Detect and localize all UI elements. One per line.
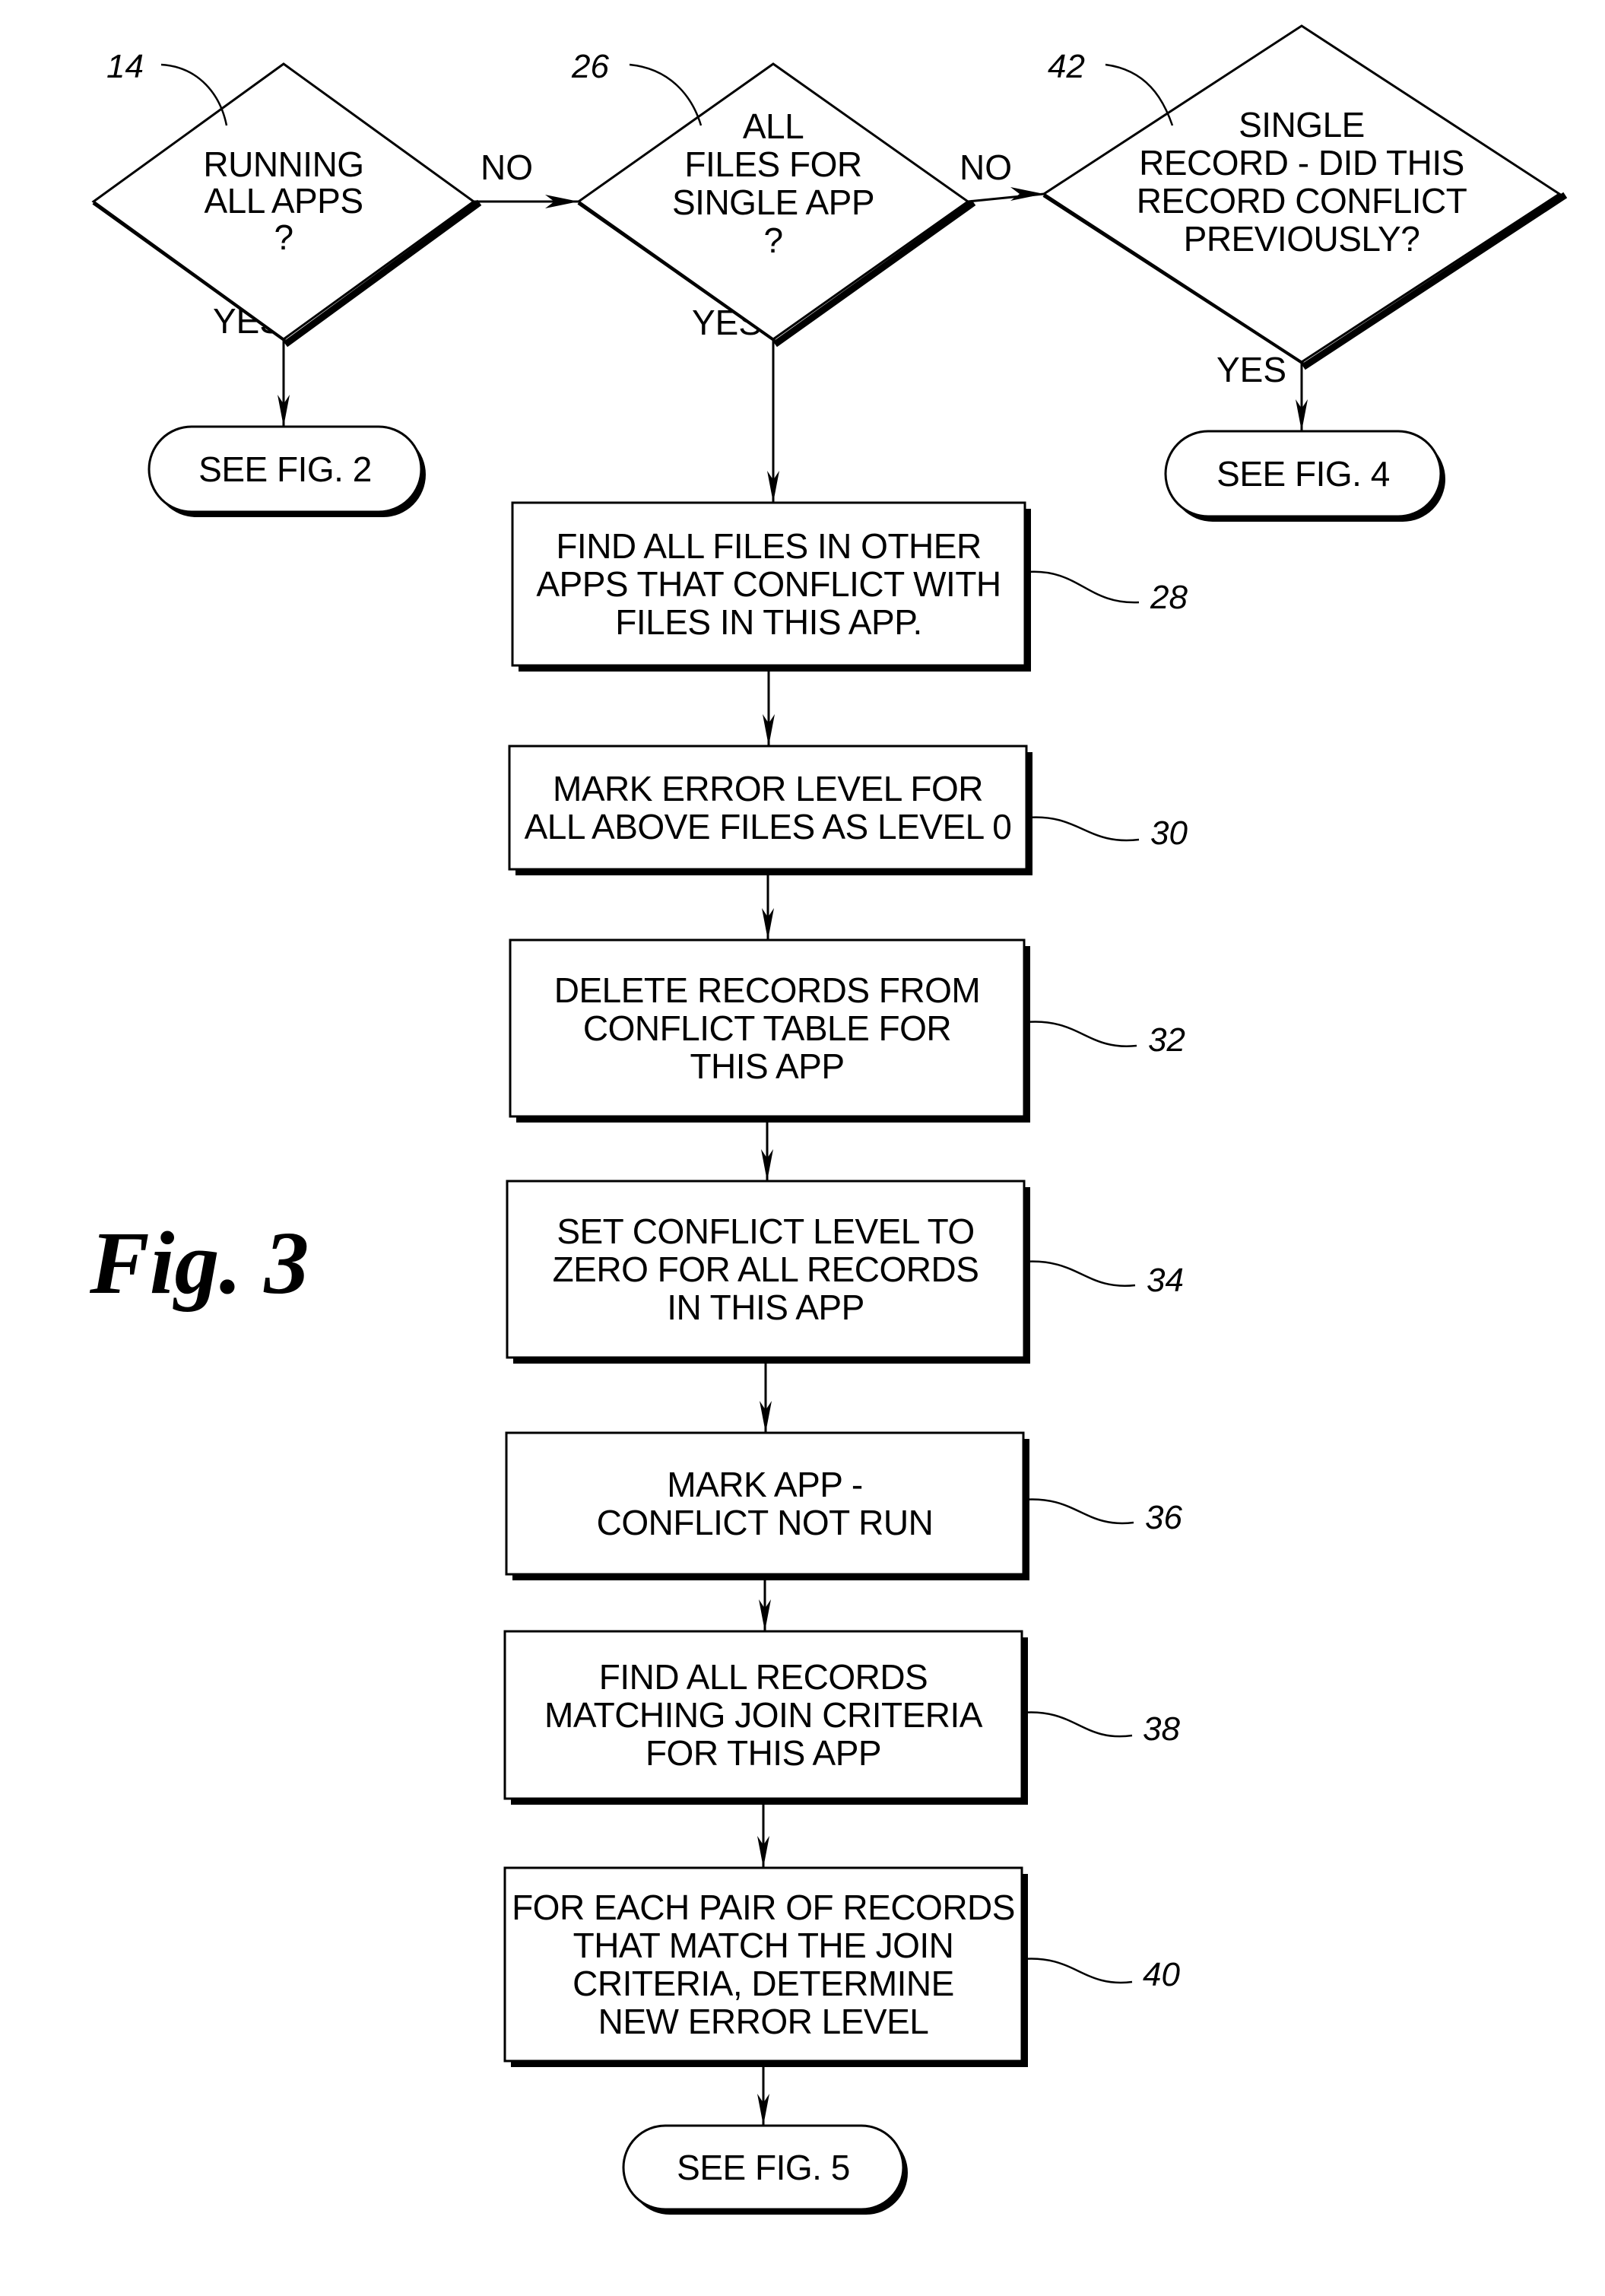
- node-process-38: FIND ALL RECORDSMATCHING JOIN CRITERIAFO…: [503, 1630, 1023, 1800]
- leader-line: [1025, 1021, 1137, 1048]
- leader-line: [1022, 1498, 1134, 1525]
- node-text-line: CRITERIA, DETERMINE: [573, 1964, 954, 2003]
- node-text-line: MARK ERROR LEVEL FOR: [553, 769, 983, 808]
- reference-numeral: 26: [571, 48, 609, 85]
- node-text-line: DELETE RECORDS FROM: [554, 970, 980, 1010]
- node-text-line: THIS APP: [690, 1046, 844, 1086]
- node-text-line: CONFLICT NOT RUN: [597, 1503, 934, 1542]
- edge-14-to-26: NO: [474, 148, 579, 208]
- node-text-line: ZERO FOR ALL RECORDS: [553, 1250, 979, 1289]
- node-text-line: IN THIS APP: [667, 1288, 864, 1327]
- edge-26-to-42: NO: [960, 148, 1045, 203]
- node-process-34: SET CONFLICT LEVEL TOZERO FOR ALL RECORD…: [506, 1180, 1026, 1359]
- node-text-line: SINGLE: [1239, 105, 1365, 144]
- edge-36-to-38: [759, 1574, 771, 1631]
- node-text-line: MARK APP -: [667, 1465, 862, 1504]
- edge-32-to-34: [761, 1116, 773, 1181]
- node-text-line: PREVIOUSLY?: [1184, 219, 1420, 259]
- leader-line: [1027, 570, 1140, 604]
- node-text-line: FIND ALL FILES IN OTHER: [556, 526, 981, 566]
- node-process-28: FIND ALL FILES IN OTHERAPPS THAT CONFLIC…: [511, 501, 1026, 667]
- node-process-30: MARK ERROR LEVEL FORALL ABOVE FILES AS L…: [508, 745, 1028, 871]
- reference-numeral: 34: [1147, 1262, 1184, 1299]
- leader-line: [1021, 1711, 1133, 1738]
- figure-label: Fig. 3: [89, 1213, 309, 1313]
- node-text-line: SEE FIG. 2: [198, 449, 372, 489]
- reference-numeral: 36: [1145, 1499, 1182, 1536]
- node-text-line: ?: [274, 218, 293, 257]
- node-text-line: RECORD - DID THIS: [1139, 143, 1464, 183]
- node-text-line: SINGLE APP: [672, 183, 874, 222]
- edge-label: NO: [481, 148, 533, 187]
- leader-line: [1023, 1260, 1136, 1288]
- node-text-line: MATCHING JOIN CRITERIA: [544, 1695, 983, 1735]
- node-text-line: ALL ABOVE FILES AS LEVEL 0: [525, 807, 1012, 846]
- edge-label: NO: [960, 148, 1012, 187]
- edge-34-to-36: [760, 1358, 772, 1433]
- edge-38-to-40: [757, 1799, 769, 1868]
- node-process-32: DELETE RECORDS FROMCONFLICT TABLE FORTHI…: [509, 938, 1026, 1118]
- node-layer: RUNNINGALL APPS?ALLFILES FORSINGLE APP?S…: [91, 24, 1562, 2211]
- reference-numeral: 38: [1143, 1710, 1180, 1748]
- node-text-line: FIND ALL RECORDS: [599, 1657, 928, 1697]
- node-text-line: FILES FOR: [684, 144, 861, 184]
- node-decision-42: SINGLERECORD - DID THISRECORD CONFLICTPR…: [1042, 24, 1562, 364]
- node-text-line: SEE FIG. 5: [677, 2148, 850, 2187]
- leader-line: [1027, 816, 1140, 842]
- edge-28-to-30: [763, 665, 775, 746]
- node-text-line: FOR EACH PAIR OF RECORDS: [512, 1888, 1015, 1927]
- edge-40-to-fig5: [757, 2061, 769, 2126]
- node-text-line: ?: [763, 221, 782, 260]
- node-decision-14: RUNNINGALL APPS?: [91, 62, 476, 341]
- leader-line: [629, 63, 703, 126]
- node-text-line: NEW ERROR LEVEL: [598, 2002, 929, 2041]
- node-terminal-fig5: SEE FIG. 5: [622, 2124, 905, 2211]
- node-text-line: FOR THIS APP: [645, 1733, 881, 1773]
- node-text-line: SEE FIG. 4: [1216, 454, 1390, 494]
- reference-numeral: 40: [1143, 1956, 1180, 1993]
- reference-numeral: 14: [106, 48, 144, 85]
- leader-line: [1021, 1958, 1133, 1984]
- node-terminal-fig4: SEE FIG. 4: [1164, 430, 1442, 518]
- reference-numeral: 28: [1150, 579, 1188, 616]
- node-terminal-fig2: SEE FIG. 2: [147, 425, 423, 513]
- reference-numeral: 30: [1150, 815, 1188, 852]
- node-text-line: RUNNING: [203, 144, 363, 184]
- edge-42-to-fig4: YES: [1216, 350, 1308, 431]
- node-text-line: APPS THAT CONFLICT WITH: [536, 564, 1001, 604]
- reference-numeral: 32: [1148, 1021, 1185, 1059]
- node-text-line: SET CONFLICT LEVEL TO: [557, 1212, 974, 1251]
- edge-30-to-32: [762, 869, 774, 940]
- node-text-line: CONFLICT TABLE FOR: [583, 1008, 951, 1048]
- node-process-40: FOR EACH PAIR OF RECORDSTHAT MATCH THE J…: [503, 1866, 1023, 2063]
- flowchart-canvas: NO NOYES YESYES RUNNINGALL APPS?ALLFILES F…: [89, 24, 1568, 2215]
- edge-label: YES: [1216, 350, 1286, 389]
- node-text-line: ALL: [743, 106, 804, 146]
- node-process-36: MARK APP -CONFLICT NOT RUN: [505, 1431, 1025, 1576]
- node-text-line: ALL APPS: [204, 181, 363, 221]
- arrowhead: [1010, 187, 1044, 201]
- node-text-line: FILES IN THIS APP.: [615, 602, 921, 642]
- node-text-line: THAT MATCH THE JOIN: [573, 1926, 954, 1965]
- reference-numeral: 42: [1048, 48, 1085, 85]
- node-text-line: RECORD CONFLICT: [1137, 181, 1467, 221]
- node-decision-26: ALLFILES FORSINGLE APP?: [576, 62, 970, 341]
